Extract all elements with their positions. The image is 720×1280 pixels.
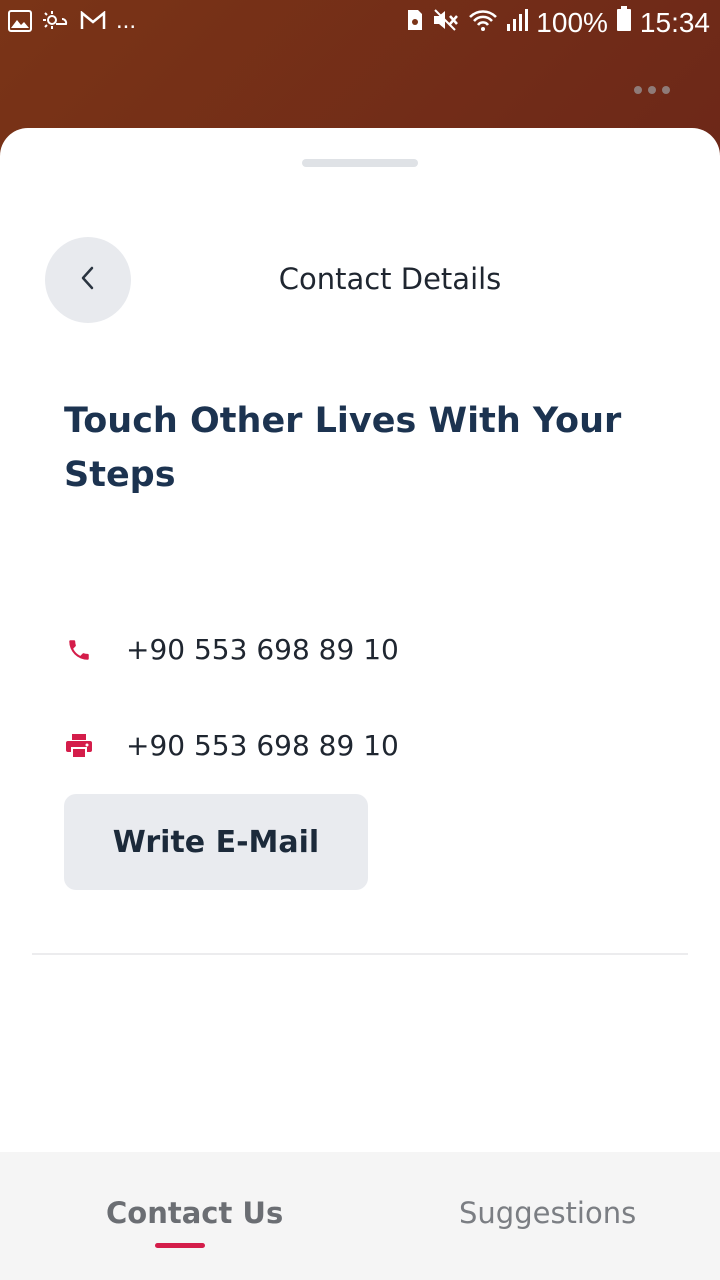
overflow-menu-icon[interactable] — [634, 86, 670, 94]
battery-percentage: 100% — [536, 6, 608, 38]
page-title: Contact Details — [278, 262, 502, 296]
battery-icon — [616, 6, 632, 39]
gmail-icon — [80, 10, 106, 36]
contact-sheet: Contact Details Touch Other Lives With Y… — [0, 128, 720, 1280]
phone-row[interactable]: +90 553 698 89 10 — [64, 633, 399, 666]
active-tab-indicator — [155, 1243, 205, 1248]
system-status: 100% 15:34 — [406, 6, 710, 39]
status-bar: ... 100% 15:34 — [0, 0, 720, 48]
sim-icon — [406, 7, 424, 39]
phone-icon — [64, 635, 94, 665]
phone-number: +90 553 698 89 10 — [126, 633, 399, 666]
divider — [32, 953, 688, 955]
headline: Touch Other Lives With Your Steps — [64, 401, 622, 495]
fax-row[interactable]: +90 553 698 89 10 — [64, 729, 399, 762]
clock: 15:34 — [639, 6, 710, 38]
drag-handle[interactable] — [302, 159, 418, 167]
more-notifications: ... — [116, 6, 137, 34]
notification-icons: ... — [8, 6, 137, 37]
mute-icon — [432, 7, 460, 39]
signal-icon — [506, 7, 529, 39]
wifi-icon — [468, 7, 498, 39]
chevron-left-icon — [78, 264, 98, 296]
fax-icon — [64, 731, 94, 761]
back-button[interactable] — [45, 237, 131, 323]
tab-contact-us[interactable]: Contact Us — [106, 1196, 283, 1230]
fax-number: +90 553 698 89 10 — [126, 729, 399, 762]
bottom-tab-bar: Contact Us Suggestions — [0, 1152, 720, 1280]
write-email-button[interactable]: Write E-Mail — [64, 794, 368, 890]
weather-icon — [42, 10, 70, 37]
gallery-icon — [8, 10, 32, 37]
tab-suggestions[interactable]: Suggestions — [459, 1196, 636, 1230]
